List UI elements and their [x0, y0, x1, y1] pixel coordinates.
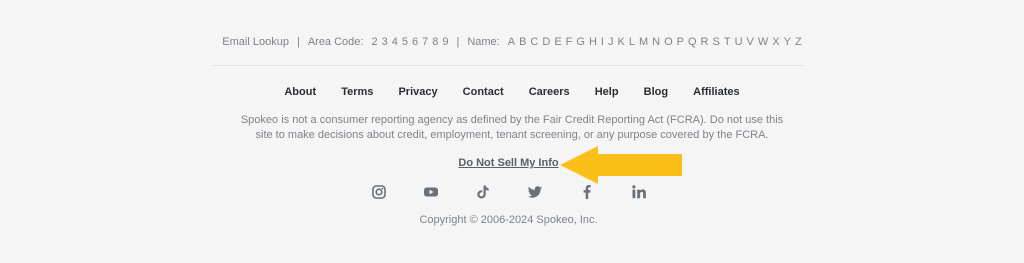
name-letter-link[interactable]: F [566, 36, 573, 48]
tiktok-link[interactable] [475, 184, 491, 200]
name-letter-link[interactable]: X [772, 36, 779, 48]
nav-privacy[interactable]: Privacy [398, 86, 437, 98]
name-letter-link[interactable]: P [677, 36, 684, 48]
facebook-link[interactable] [579, 184, 595, 200]
footer-divider [212, 65, 804, 66]
linkedin-link[interactable] [631, 184, 647, 200]
area-code-link[interactable]: 4 [392, 36, 398, 48]
nav-careers[interactable]: Careers [529, 86, 570, 98]
name-letter-link[interactable]: R [701, 36, 709, 48]
name-letter-link[interactable]: I [601, 36, 604, 48]
name-letter-link[interactable]: E [554, 36, 561, 48]
youtube-icon [424, 187, 438, 197]
area-code-link[interactable]: 5 [402, 36, 408, 48]
twitter-icon [528, 186, 542, 198]
name-letter-link[interactable]: J [608, 36, 614, 48]
nav-about[interactable]: About [284, 86, 316, 98]
name-letter-link[interactable]: U [735, 36, 743, 48]
instagram-link[interactable] [371, 184, 387, 200]
area-code-label: Area Code: [307, 36, 364, 48]
area-code-link[interactable]: 9 [442, 36, 448, 48]
do-not-sell-link[interactable]: Do Not Sell My Info [458, 157, 558, 169]
nav-terms[interactable]: Terms [341, 86, 373, 98]
arrow-annotation-icon [560, 146, 682, 184]
name-letter-link[interactable]: L [629, 36, 635, 48]
youtube-link[interactable] [423, 184, 439, 200]
name-letter-link[interactable]: Y [784, 36, 791, 48]
linkedin-icon [632, 185, 646, 199]
name-letter-link[interactable]: O [664, 36, 673, 48]
separator: | [456, 36, 460, 48]
name-letter-link[interactable]: S [713, 36, 720, 48]
facebook-icon [583, 185, 591, 199]
name-letter-link[interactable]: Z [795, 36, 802, 48]
separator: | [296, 36, 300, 48]
nav-blog[interactable]: Blog [644, 86, 668, 98]
name-letter-link[interactable]: D [542, 36, 550, 48]
area-code-link[interactable]: 6 [412, 36, 418, 48]
nav-help[interactable]: Help [595, 86, 619, 98]
area-code-list: 23456789 [371, 36, 448, 48]
email-lookup-link[interactable]: Email Lookup [222, 36, 289, 48]
nav-affiliates[interactable]: Affiliates [693, 86, 739, 98]
instagram-icon [372, 185, 386, 199]
name-letter-link[interactable]: M [639, 36, 648, 48]
name-letter-link[interactable]: H [589, 36, 597, 48]
name-letter-link[interactable]: B [519, 36, 526, 48]
name-letter-list: ABCDEFGHIJKLMNOPQRSTUVWXYZ [508, 36, 802, 48]
name-letter-link[interactable]: V [747, 36, 754, 48]
nav-contact[interactable]: Contact [463, 86, 504, 98]
name-letter-link[interactable]: G [576, 36, 585, 48]
tiktok-icon [477, 185, 489, 199]
footer-nav: About Terms Privacy Contact Careers Help… [0, 86, 1024, 98]
name-letter-link[interactable]: T [724, 36, 731, 48]
name-letter-link[interactable]: C [530, 36, 538, 48]
name-letter-link[interactable]: Q [688, 36, 697, 48]
name-letter-link[interactable]: W [758, 36, 768, 48]
copyright-text: Copyright © 2006-2024 Spokeo, Inc. [419, 214, 598, 226]
directory-links: Email Lookup | Area Code: 2 3 4 5 6 7 8 9 | Name: A B C… [0, 36, 1024, 48]
area-code-link[interactable]: 3 [382, 36, 388, 48]
area-code-link[interactable]: 2 [371, 36, 377, 48]
name-letter-link[interactable]: A [508, 36, 515, 48]
name-label: Name: [467, 36, 500, 48]
area-code-link[interactable]: 8 [432, 36, 438, 48]
name-letter-link[interactable]: N [652, 36, 660, 48]
do-not-sell-container: Do Not Sell My Info [0, 157, 1017, 169]
name-letter-link[interactable]: K [617, 36, 624, 48]
social-links [0, 184, 1024, 202]
area-code-link[interactable]: 7 [422, 36, 428, 48]
fcra-disclaimer: Spokeo is not a consumer reporting agenc… [240, 114, 784, 141]
twitter-link[interactable] [527, 184, 543, 200]
